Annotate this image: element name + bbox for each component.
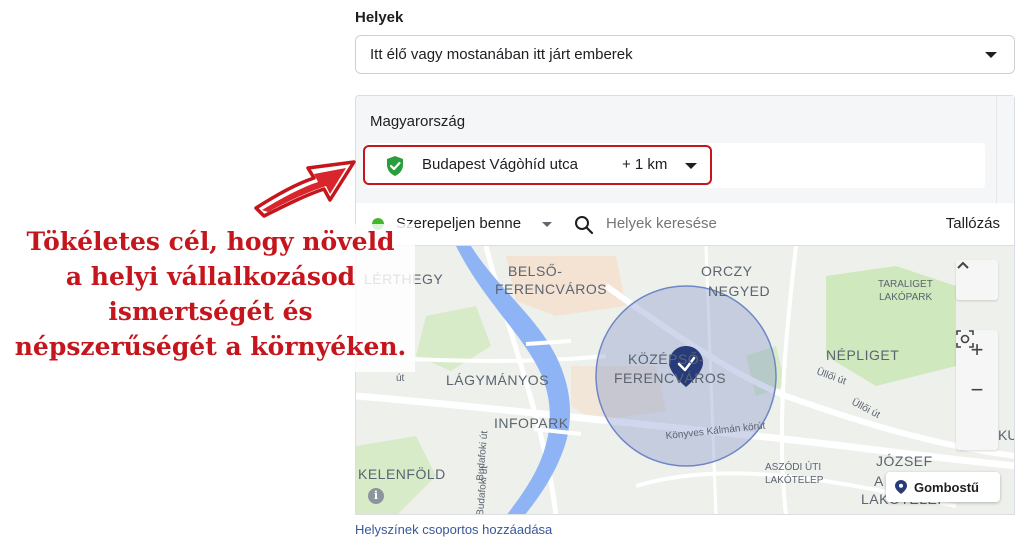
map-label: KU (998, 427, 1015, 443)
map-label: ORCZY (701, 263, 753, 279)
pin-drop-label: Gombostű (914, 480, 979, 495)
map-label: ASZÓDI ÚTI (765, 460, 821, 473)
chevron-down-icon (985, 52, 997, 58)
location-highlight-box (363, 145, 712, 185)
bulk-add-locations-link[interactable]: Helyszínek csoportos hozzáadása (355, 522, 552, 537)
map-label: LAKÓTELEP (765, 473, 824, 486)
locate-button[interactable] (956, 330, 998, 450)
callout-line: népszerűségét a környéken. (14, 332, 407, 361)
location-toolbar: Szerepeljen benne Tallózás (355, 203, 1015, 245)
audience-select[interactable]: Itt élő vagy mostanában itt járt emberek (355, 35, 1015, 74)
map-label: LAKÓPARK (879, 290, 932, 303)
map-label: NEGYED (708, 283, 770, 299)
country-label: Magyarország (370, 113, 466, 130)
map-label: INFOPARK (494, 415, 569, 431)
callout-line: ismertségét és (108, 297, 313, 326)
map-label: JÓZSEF (876, 453, 933, 469)
map-label: BELSŐ- (508, 263, 562, 279)
search-icon (574, 215, 594, 240)
places-label: Helyek (355, 9, 404, 26)
map-label: FERENCVÁROS (495, 281, 607, 297)
zoom-controls: + − (956, 330, 998, 450)
map-label: LÁGYMÁNYOS (446, 372, 549, 388)
map-label: A (874, 473, 884, 489)
map-label: KÖZÉPSŐ- (628, 350, 704, 367)
chevron-up-icon[interactable] (956, 260, 998, 300)
map-collapse-control[interactable] (956, 260, 998, 300)
callout-line: a helyi vállalkozásod (65, 262, 356, 291)
map-label: Üllői út (815, 366, 848, 388)
zoom-out-button[interactable]: − (956, 370, 998, 410)
promo-callout: Tökéletes cél, hogy növeld a helyi válla… (8, 225, 413, 375)
chevron-down-icon[interactable] (542, 222, 552, 227)
locate-icon (956, 330, 974, 348)
map-label: NÉPLIGET (826, 347, 899, 363)
callout-line: Tökéletes cél, hogy növeld (26, 227, 395, 256)
audience-select-value: Itt élő vagy mostanában itt járt emberek (370, 46, 633, 63)
browse-button[interactable]: Tallózás (946, 215, 1000, 232)
map-label: KELENFÖLD (358, 465, 446, 482)
arrow-icon (254, 160, 356, 218)
places-search-input[interactable] (606, 215, 806, 232)
info-icon[interactable]: i (368, 488, 384, 504)
map-label: TARALIGET (878, 279, 933, 290)
map-view[interactable]: BELSŐ- FERENCVÁROS ORCZY NEGYED NÉPLIGET… (355, 245, 1015, 515)
panel-scrollbar[interactable] (996, 96, 1014, 204)
pin-drop-button[interactable]: Gombostű (886, 472, 1000, 502)
map-label: FERENCVÁROS (614, 370, 726, 386)
